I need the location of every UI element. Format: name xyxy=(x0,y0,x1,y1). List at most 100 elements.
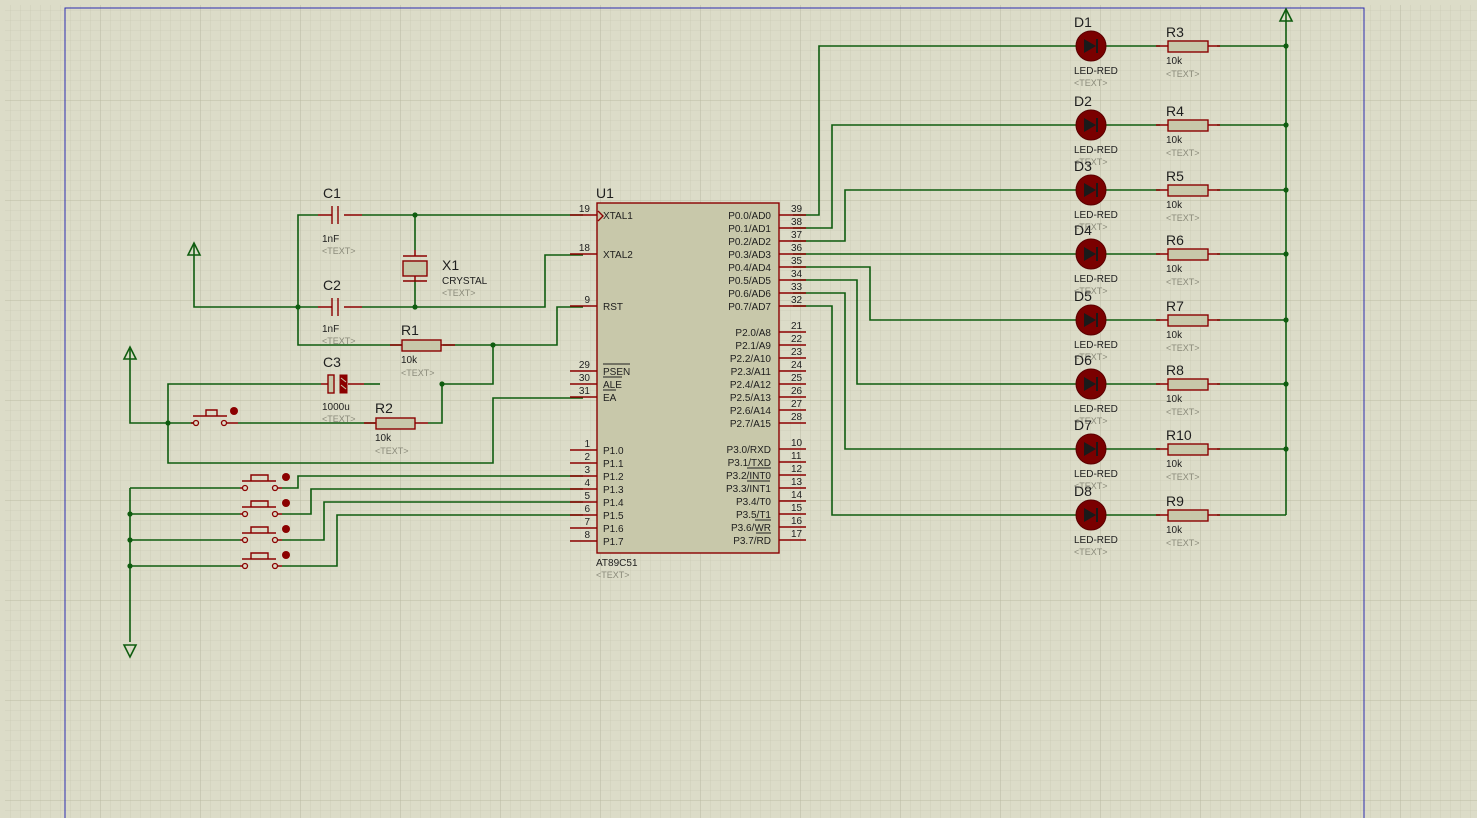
mcu-pin-label: P1.7 xyxy=(603,537,624,548)
mcu-pin-number: 24 xyxy=(791,360,803,371)
mcu-pin-number: 36 xyxy=(791,243,803,254)
mcu-pin-label: P3.6/WR xyxy=(731,523,771,534)
mcu-pin-label: P0.4/AD4 xyxy=(728,263,771,274)
resistor-text: <TEXT> xyxy=(1166,538,1200,548)
resistor-ref: R7 xyxy=(1166,298,1184,314)
mcu-pin-number: 4 xyxy=(584,478,590,489)
mcu-ref: U1 xyxy=(596,185,614,201)
mcu-pin-number: 7 xyxy=(584,517,590,528)
resistor-value: 10k xyxy=(1166,56,1183,67)
mcu-pin-label: RST xyxy=(603,302,623,313)
mcu-pin-number: 15 xyxy=(791,503,803,514)
led-part: LED-RED xyxy=(1074,274,1118,285)
led-part: LED-RED xyxy=(1074,535,1118,546)
mcu-pin-label: ALE xyxy=(603,380,622,391)
mcu-pin-label: P3.3/INT1 xyxy=(726,484,771,495)
mcu-pin-number: 12 xyxy=(791,464,803,475)
resistor-text: <TEXT> xyxy=(1166,69,1200,79)
mcu-pin-number: 17 xyxy=(791,529,803,540)
mcu-pin-label: P0.6/AD6 xyxy=(728,289,771,300)
mcu-pin-number: 16 xyxy=(791,516,803,527)
resistor-text: <TEXT> xyxy=(1166,148,1200,158)
led-ref: D8 xyxy=(1074,483,1092,499)
led-part: LED-RED xyxy=(1074,145,1118,156)
mcu-pin-number: 34 xyxy=(791,269,803,280)
mcu-u1[interactable]: U1 AT89C51 <TEXT> 19XTAL118XTAL29RST29PS… xyxy=(570,185,806,580)
mcu-pin-label: P1.3 xyxy=(603,485,624,496)
schematic-canvas[interactable]: U1 AT89C51 <TEXT> 19XTAL118XTAL29RST29PS… xyxy=(0,0,1477,818)
c2-text: <TEXT> xyxy=(322,336,356,346)
resistor-value: 10k xyxy=(1166,330,1183,341)
mcu-pin-label: P3.7/RD xyxy=(733,536,771,547)
resistor-text: <TEXT> xyxy=(1166,472,1200,482)
resistor-ref: R4 xyxy=(1166,103,1184,119)
mcu-pin-number: 18 xyxy=(579,243,591,254)
mcu-pin-label: P1.5 xyxy=(603,511,624,522)
mcu-pin-number: 9 xyxy=(584,295,590,306)
mcu-pin-number: 37 xyxy=(791,230,803,241)
r2-text: <TEXT> xyxy=(375,446,409,456)
resistor-value: 10k xyxy=(1166,135,1183,146)
x1-ref: X1 xyxy=(442,257,459,273)
led-ref: D5 xyxy=(1074,288,1092,304)
x1-value: CRYSTAL xyxy=(442,276,488,287)
mcu-pin-label: P1.0 xyxy=(603,446,624,457)
mcu-pin-number: 19 xyxy=(579,204,591,215)
r1-ref: R1 xyxy=(401,322,419,338)
mcu-pin-label: P3.1/TXD xyxy=(728,458,771,469)
led-part: LED-RED xyxy=(1074,404,1118,415)
resistor-text: <TEXT> xyxy=(1166,213,1200,223)
led-ref: D1 xyxy=(1074,14,1092,30)
led-text: <TEXT> xyxy=(1074,547,1108,557)
mcu-pin-label: P0.3/AD3 xyxy=(728,250,771,261)
mcu-pin-number: 13 xyxy=(791,477,803,488)
mcu-pin-number: 6 xyxy=(584,504,590,515)
mcu-pin-number: 30 xyxy=(579,373,591,384)
mcu-pin-number: 3 xyxy=(584,465,590,476)
r2-value: 10k xyxy=(375,433,392,444)
mcu-pin-label: P3.4/T0 xyxy=(736,497,771,508)
mcu-pin-number: 1 xyxy=(584,439,590,450)
resistor-ref: R10 xyxy=(1166,427,1192,443)
mcu-pin-number: 23 xyxy=(791,347,803,358)
resistor-ref: R9 xyxy=(1166,493,1184,509)
resistor-value: 10k xyxy=(1166,459,1183,470)
mcu-pin-number: 39 xyxy=(791,204,803,215)
mcu-pin-number: 32 xyxy=(791,295,803,306)
mcu-pin-number: 14 xyxy=(791,490,803,501)
mcu-pin-number: 31 xyxy=(579,386,591,397)
resistor-ref: R3 xyxy=(1166,24,1184,40)
mcu-pin-label: P2.3/A11 xyxy=(731,367,772,378)
mcu-pin-number: 28 xyxy=(791,412,803,423)
mcu-pin-number: 29 xyxy=(579,360,591,371)
mcu-pin-label: EA xyxy=(603,393,617,404)
mcu-pin-label: P0.5/AD5 xyxy=(728,276,771,287)
resistor-ref: R6 xyxy=(1166,232,1184,248)
resistor-text: <TEXT> xyxy=(1166,343,1200,353)
mcu-pin-label: P2.4/A12 xyxy=(730,380,772,391)
mcu-pin-number: 33 xyxy=(791,282,803,293)
mcu-pin-label: P1.6 xyxy=(603,524,624,535)
mcu-pin-number: 22 xyxy=(791,334,803,345)
led-part: LED-RED xyxy=(1074,469,1118,480)
led-part: LED-RED xyxy=(1074,66,1118,77)
mcu-pin-number: 2 xyxy=(584,452,590,463)
c3-text: <TEXT> xyxy=(322,414,356,424)
mcu-pin-number: 38 xyxy=(791,217,803,228)
led-text: <TEXT> xyxy=(1074,78,1108,88)
mcu-pin-label: P0.7/AD7 xyxy=(728,302,771,313)
x1-text: <TEXT> xyxy=(442,288,476,298)
mcu-text: <TEXT> xyxy=(596,570,630,580)
mcu-pin-label: P3.0/RXD xyxy=(727,445,771,456)
led-ref: D7 xyxy=(1074,417,1092,433)
resistor-value: 10k xyxy=(1166,394,1183,405)
resistor-ref: R8 xyxy=(1166,362,1184,378)
mcu-pin-label: P2.0/A8 xyxy=(735,328,771,339)
led-part: LED-RED xyxy=(1074,340,1118,351)
resistor-value: 10k xyxy=(1166,264,1183,275)
led-ref: D4 xyxy=(1074,222,1092,238)
mcu-pin-label: P0.2/AD2 xyxy=(728,237,771,248)
c1-value: 1nF xyxy=(322,234,339,245)
mcu-pin-label: P1.4 xyxy=(603,498,624,509)
resistor-ref: R5 xyxy=(1166,168,1184,184)
